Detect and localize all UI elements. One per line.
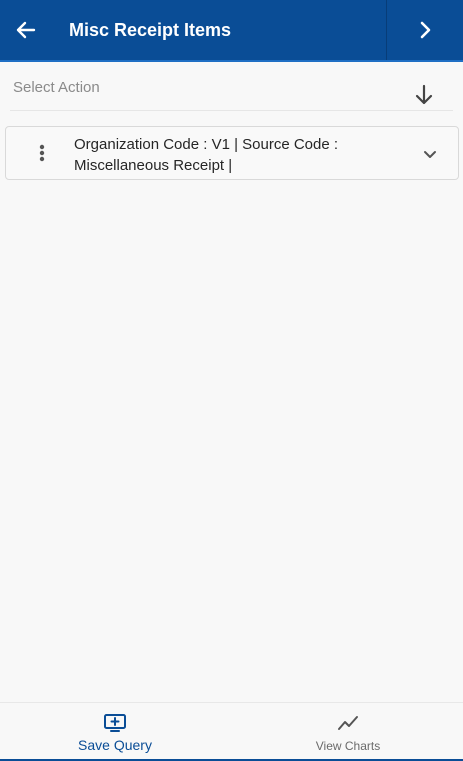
list-item[interactable]: Organization Code : V1 | Source Code : M… <box>5 126 459 180</box>
more-options-icon[interactable] <box>32 141 52 165</box>
add-to-screen-icon <box>104 714 126 732</box>
save-query-button[interactable]: Save Query <box>0 703 230 760</box>
select-action-dropdown[interactable]: Select Action <box>13 79 100 96</box>
action-bar: Select Action <box>0 62 463 112</box>
bottom-nav: Save Query View Charts <box>0 702 463 761</box>
select-action-underline <box>10 110 453 111</box>
chevron-right-icon <box>420 21 431 39</box>
chevron-down-icon[interactable] <box>420 144 440 164</box>
next-button[interactable] <box>386 0 463 60</box>
back-button[interactable] <box>0 0 52 60</box>
view-charts-label: View Charts <box>315 739 381 753</box>
arrow-left-icon <box>16 21 36 39</box>
list-item-text: Organization Code : V1 | Source Code : M… <box>74 136 339 174</box>
line-chart-icon <box>338 716 358 730</box>
app-header: Misc Receipt Items <box>0 0 463 62</box>
view-charts-button[interactable]: View Charts <box>233 703 463 760</box>
arrow-down-icon[interactable] <box>411 82 437 108</box>
page-title: Misc Receipt Items <box>69 19 232 40</box>
save-query-label: Save Query <box>78 737 152 753</box>
